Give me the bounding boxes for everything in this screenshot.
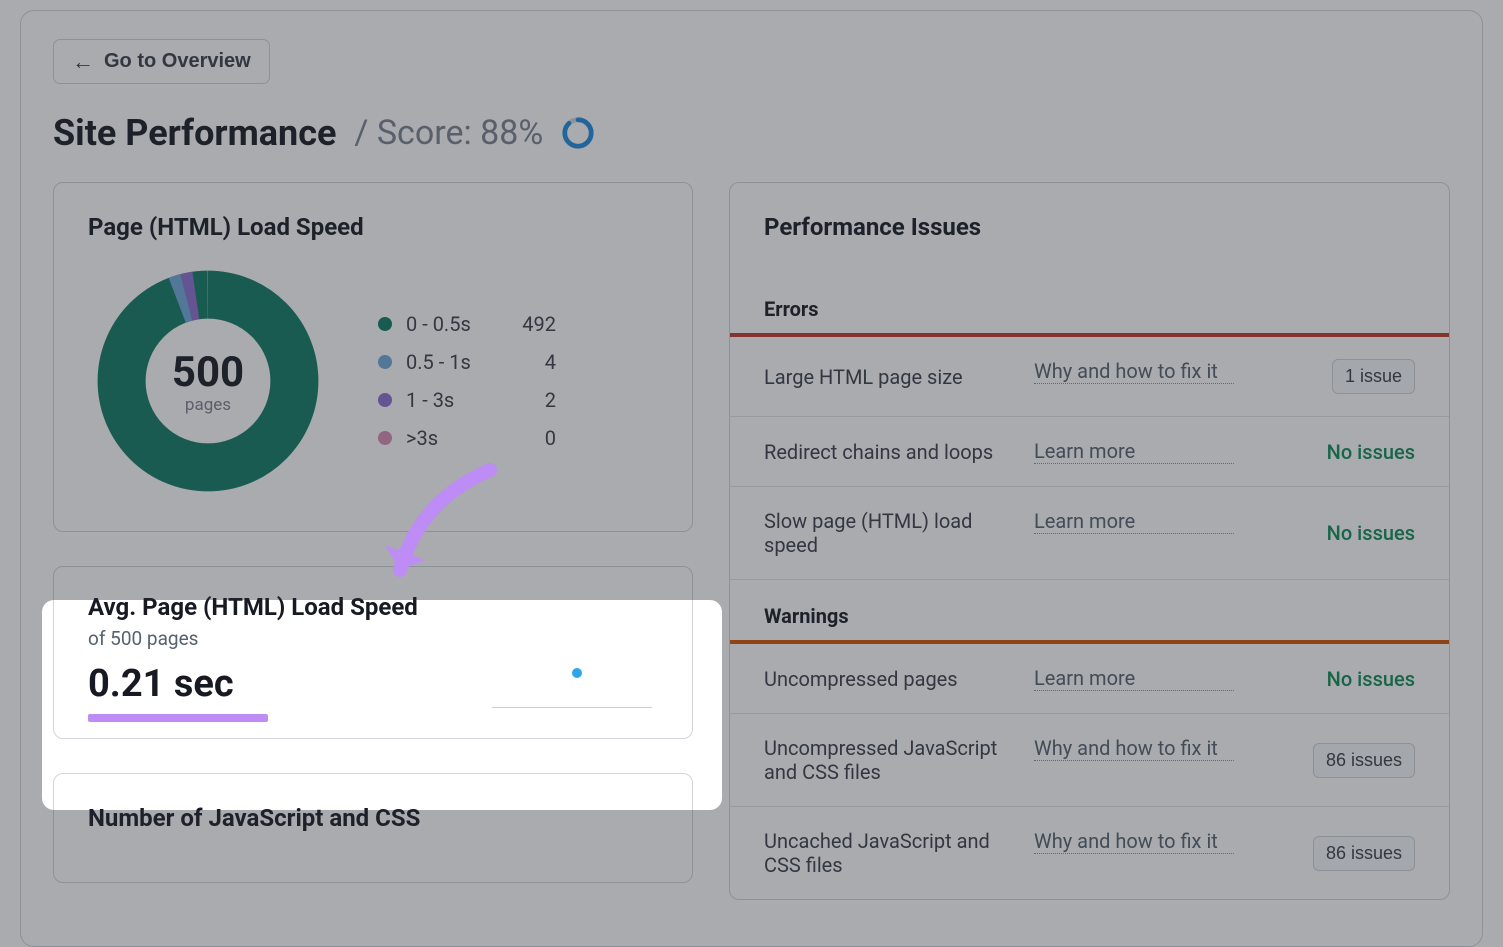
issue-row: Uncached JavaScript and CSS files Why an… — [730, 807, 1449, 899]
page-header: Site Performance / Score: 88% — [53, 112, 1450, 154]
legend-item: 0 - 0.5s 492 — [378, 312, 556, 336]
back-to-overview-button[interactable]: ← Go to Overview — [53, 39, 270, 84]
donut-chart: 500 pages — [88, 261, 328, 501]
issue-row: Slow page (HTML) load speed Learn more N… — [730, 487, 1449, 580]
legend-item: 0.5 - 1s 4 — [378, 350, 556, 374]
issue-count-badge[interactable]: 86 issues — [1313, 743, 1415, 778]
score-label: / Score: 88% — [354, 113, 543, 153]
back-label: Go to Overview — [104, 50, 251, 73]
avg-sparkline — [492, 668, 652, 708]
issue-status-ok: No issues — [1327, 440, 1415, 464]
issue-help-link[interactable]: Why and how to fix it — [1034, 829, 1234, 854]
issue-name: Uncompressed pages — [764, 667, 1014, 691]
performance-issues-card: Performance Issues Errors Large HTML pag… — [729, 182, 1450, 900]
issue-row: Large HTML page size Why and how to fix … — [730, 337, 1449, 417]
issue-name: Slow page (HTML) load speed — [764, 509, 1014, 557]
issue-name: Uncached JavaScript and CSS files — [764, 829, 1014, 877]
arrow-left-icon: ← — [72, 51, 94, 73]
sparkline-baseline — [492, 707, 652, 708]
donut-total-label: pages — [185, 395, 231, 415]
highlight-underline — [88, 714, 268, 722]
issue-count-badge[interactable]: 86 issues — [1313, 836, 1415, 871]
issue-row: Redirect chains and loops Learn more No … — [730, 417, 1449, 487]
page-container: ← Go to Overview Site Performance / Scor… — [20, 10, 1483, 947]
avg-title: Avg. Page (HTML) Load Speed — [88, 593, 658, 621]
section-warnings-heading: Warnings — [730, 580, 1449, 640]
issue-help-link[interactable]: Learn more — [1034, 666, 1234, 691]
swatch-icon — [378, 317, 392, 331]
issue-name: Large HTML page size — [764, 365, 1014, 389]
swatch-icon — [378, 393, 392, 407]
load-speed-card: Page (HTML) Load Speed 500 pages — [53, 182, 693, 532]
issue-status-ok: No issues — [1327, 667, 1415, 691]
issues-title: Performance Issues — [730, 213, 1449, 253]
avg-subtitle: of 500 pages — [88, 627, 658, 650]
avg-load-speed-card: Avg. Page (HTML) Load Speed of 500 pages… — [53, 566, 693, 739]
issue-help-link[interactable]: Why and how to fix it — [1034, 359, 1234, 384]
issue-status-ok: No issues — [1327, 521, 1415, 545]
sparkline-dot-icon — [572, 668, 582, 678]
issue-help-link[interactable]: Why and how to fix it — [1034, 736, 1234, 761]
swatch-icon — [378, 355, 392, 369]
issue-name: Uncompressed JavaScript and CSS files — [764, 736, 1014, 784]
issue-help-link[interactable]: Learn more — [1034, 509, 1234, 534]
score-ring-icon — [561, 116, 595, 150]
js-css-title: Number of JavaScript and CSS — [88, 804, 658, 832]
issue-help-link[interactable]: Learn more — [1034, 439, 1234, 464]
legend-item: >3s 0 — [378, 426, 556, 450]
js-css-card: Number of JavaScript and CSS — [53, 773, 693, 883]
legend-item: 1 - 3s 2 — [378, 388, 556, 412]
page-title: Site Performance — [53, 112, 336, 154]
issue-row: Uncompressed pages Learn more No issues — [730, 644, 1449, 714]
load-speed-title: Page (HTML) Load Speed — [88, 213, 658, 241]
donut-total: 500 — [172, 348, 244, 397]
donut-legend: 0 - 0.5s 492 0.5 - 1s 4 1 - 3s 2 — [378, 312, 556, 450]
issue-name: Redirect chains and loops — [764, 440, 1014, 464]
issue-count-badge[interactable]: 1 issue — [1332, 359, 1415, 394]
issue-row: Uncompressed JavaScript and CSS files Wh… — [730, 714, 1449, 807]
swatch-icon — [378, 431, 392, 445]
section-errors-heading: Errors — [730, 273, 1449, 333]
